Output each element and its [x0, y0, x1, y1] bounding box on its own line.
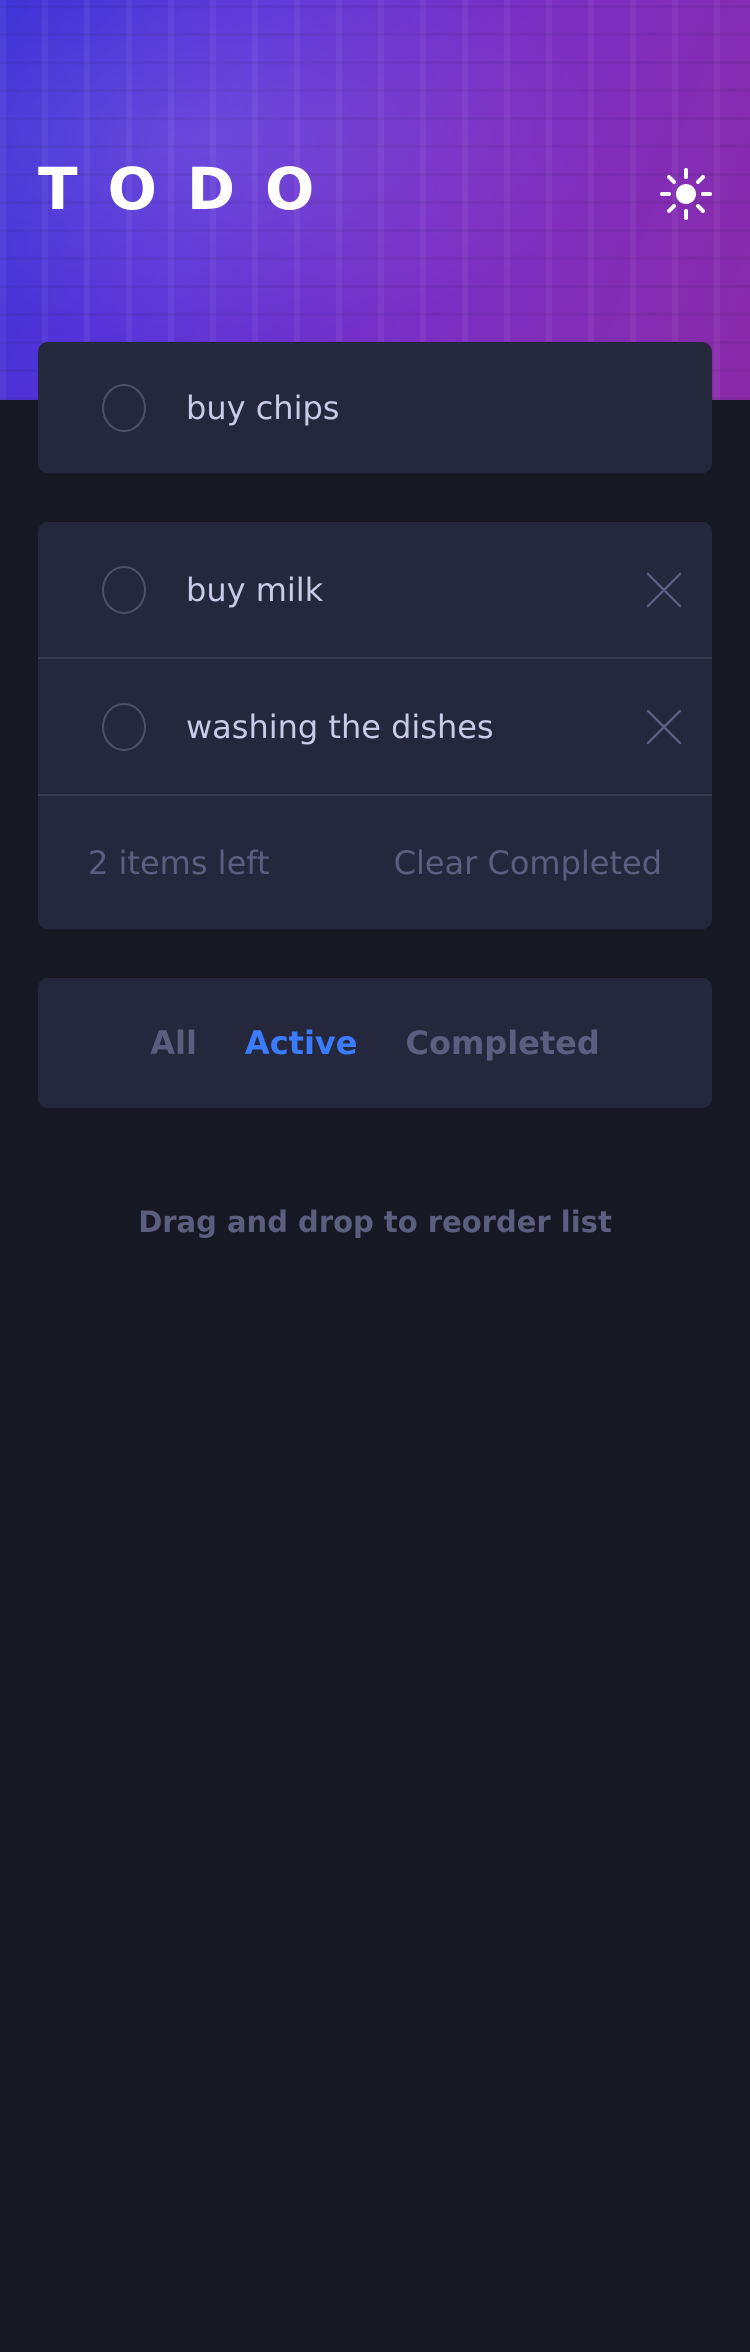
delete-button[interactable]	[644, 570, 684, 610]
list-footer: 2 items left Clear Completed	[38, 796, 712, 929]
filter-active[interactable]: Active	[245, 1024, 358, 1062]
new-todo-input[interactable]: buy chips	[38, 342, 712, 473]
reorder-hint: Drag and drop to reorder list	[138, 1205, 612, 1239]
todo-item[interactable]: buy milk	[38, 522, 712, 659]
sun-icon	[660, 168, 712, 220]
new-todo-text[interactable]: buy chips	[186, 389, 339, 427]
filter-all[interactable]: All	[150, 1024, 197, 1062]
filter-completed[interactable]: Completed	[405, 1024, 599, 1062]
filter-bar: All Active Completed	[38, 978, 712, 1108]
todo-checkbox[interactable]	[102, 702, 146, 751]
theme-toggle-button[interactable]	[660, 168, 712, 220]
todo-checkbox[interactable]	[102, 565, 146, 614]
todo-text: washing the dishes	[186, 707, 494, 746]
items-left-count: 2 items left	[88, 843, 270, 882]
todo-item[interactable]: washing the dishes	[38, 659, 712, 796]
todo-text: buy milk	[186, 570, 324, 609]
new-todo-checkbox[interactable]	[102, 383, 146, 432]
delete-button[interactable]	[644, 707, 684, 747]
clear-completed-button[interactable]: Clear Completed	[394, 844, 662, 882]
todo-list: buy milk washing the dishes 2 items left…	[38, 522, 712, 929]
close-icon	[646, 709, 682, 744]
close-icon	[646, 572, 682, 607]
app-title: TODO	[38, 155, 345, 223]
